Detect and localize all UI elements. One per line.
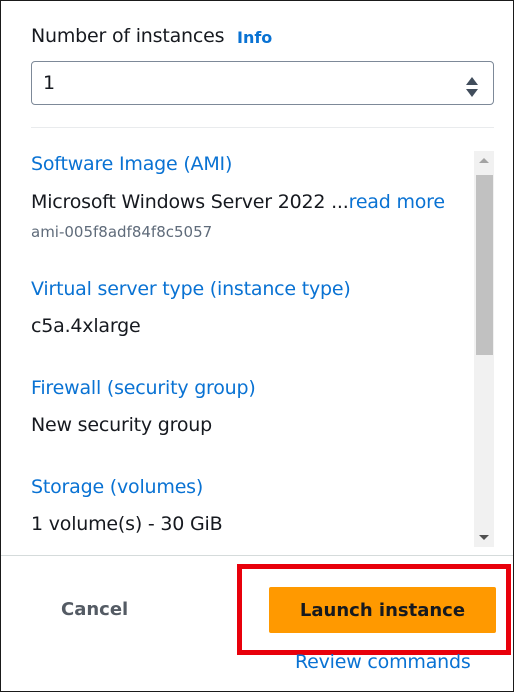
number-of-instances-input[interactable] [32,62,452,104]
storage-link[interactable]: Storage (volumes) [31,476,203,498]
scroll-down-icon[interactable] [474,529,494,547]
software-image-link[interactable]: Software Image (AMI) [31,153,232,175]
summary-scrollbar[interactable] [474,151,494,547]
footer-divider [1,555,513,556]
launch-summary-panel: Number of instances Info Software Image … [0,0,514,692]
summary-list: Software Image (AMI) Microsoft Windows S… [1,149,471,549]
ami-name: Microsoft Windows Server 2022 ... [31,191,349,213]
cancel-button[interactable]: Cancel [41,589,151,629]
divider [31,127,494,128]
number-of-instances-stepper[interactable] [31,61,494,105]
review-commands-link[interactable]: Review commands [295,651,471,673]
storage-value: 1 volume(s) - 30 GiB [31,513,223,535]
scroll-up-icon[interactable] [474,151,494,169]
stepper-arrows [465,72,479,97]
instance-type-link[interactable]: Virtual server type (instance type) [31,278,351,300]
decrement-arrow-icon[interactable] [465,83,479,97]
launch-instance-button[interactable]: Launch instance [269,587,496,633]
instance-type-value: c5a.4xlarge [31,315,141,337]
firewall-value: New security group [31,414,212,436]
number-of-instances-label: Number of instances [31,25,225,47]
scroll-thumb[interactable] [476,175,493,355]
software-image-value: Microsoft Windows Server 2022 ...read mo… [31,191,445,213]
read-more-link[interactable]: read more [349,191,445,213]
increment-arrow-icon[interactable] [465,72,479,85]
firewall-link[interactable]: Firewall (security group) [31,377,256,399]
ami-id: ami-005f8adf84f8c5057 [31,223,213,241]
info-link[interactable]: Info [237,28,272,47]
